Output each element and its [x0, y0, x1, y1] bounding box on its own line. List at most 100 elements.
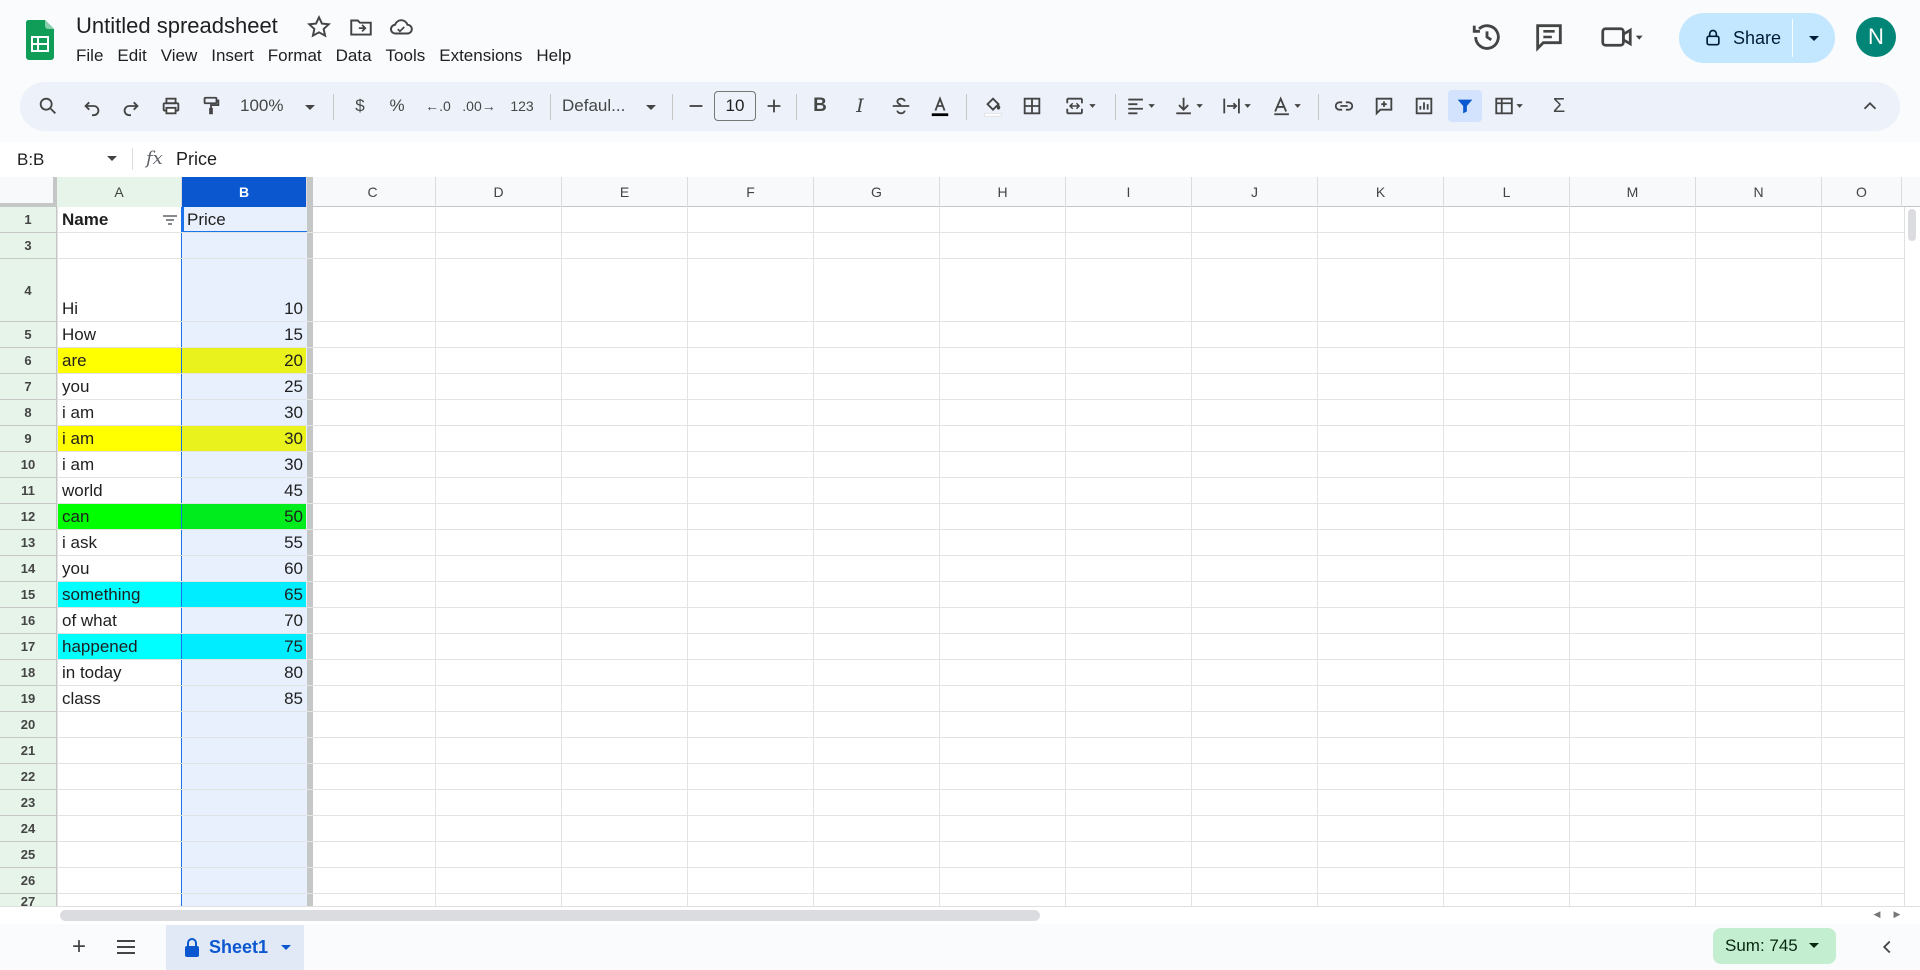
cell-a9[interactable]: i am — [58, 426, 181, 452]
percent-format-button[interactable]: % — [385, 90, 409, 122]
row-header[interactable]: 9 — [0, 426, 57, 452]
column-header-g[interactable]: G — [814, 177, 940, 207]
column-header-e[interactable]: E — [562, 177, 688, 207]
cell-b18[interactable]: 80 — [182, 660, 306, 686]
row-header[interactable]: 23 — [0, 790, 57, 816]
increase-decimal-icon[interactable]: .00→ — [461, 90, 497, 122]
row-header[interactable]: 8 — [0, 400, 57, 426]
font-family-select[interactable]: Defaul... — [562, 90, 642, 122]
row-header[interactable]: 16 — [0, 608, 57, 634]
cell-a8[interactable]: i am — [58, 400, 181, 426]
cell-b12[interactable]: 50 — [182, 504, 306, 530]
comments-icon[interactable] — [1532, 20, 1566, 54]
sheet-tab-dropdown-icon[interactable] — [280, 944, 292, 952]
menu-insert[interactable]: Insert — [204, 44, 261, 70]
cell-a14[interactable]: you — [58, 556, 181, 582]
cell-a12[interactable]: can — [58, 504, 181, 530]
column-header-c[interactable]: C — [310, 177, 436, 207]
document-title[interactable]: Untitled spreadsheet — [76, 13, 278, 39]
borders-icon[interactable] — [1018, 90, 1046, 122]
functions-icon[interactable]: Σ — [1545, 90, 1573, 122]
italic-icon[interactable]: I — [848, 90, 872, 122]
cell-b9[interactable]: 30 — [182, 426, 306, 452]
name-box[interactable]: B:B — [17, 150, 44, 170]
side-panel-expand-icon[interactable] — [1876, 936, 1898, 958]
row-header[interactable]: 21 — [0, 738, 57, 764]
move-folder-icon[interactable] — [348, 14, 374, 40]
row-header[interactable]: 15 — [0, 582, 57, 608]
row-header[interactable]: 4 — [0, 259, 57, 322]
horizontal-align-icon[interactable] — [1120, 90, 1164, 122]
zoom-dropdown-icon[interactable] — [304, 104, 316, 112]
version-history-icon[interactable] — [1470, 20, 1504, 54]
cell-b19[interactable]: 85 — [182, 686, 306, 712]
cell-a4[interactable]: Hi — [58, 259, 181, 322]
cell-b5[interactable]: 15 — [182, 322, 306, 348]
horizontal-scroll-thumb[interactable] — [60, 910, 1040, 921]
cell-b17[interactable]: 75 — [182, 634, 306, 660]
number-format-button[interactable]: 123 — [505, 90, 539, 122]
collapse-toolbar-icon[interactable] — [1856, 90, 1884, 122]
share-dropdown-icon[interactable] — [1793, 13, 1835, 63]
search-menus-icon[interactable] — [32, 90, 64, 122]
decrease-decimal-icon[interactable]: ←.0 — [423, 90, 453, 122]
menu-extensions[interactable]: Extensions — [432, 44, 529, 70]
cell-a5[interactable]: How — [58, 322, 181, 348]
cell-a7[interactable]: you — [58, 374, 181, 400]
meet-video-icon[interactable] — [1600, 20, 1644, 54]
zoom-select[interactable]: 100% — [240, 90, 310, 122]
column-header-j[interactable]: J — [1192, 177, 1318, 207]
row-header[interactable]: 1 — [0, 207, 57, 233]
paint-format-icon[interactable] — [197, 90, 225, 122]
column-header-l[interactable]: L — [1444, 177, 1570, 207]
cell-b8[interactable]: 30 — [182, 400, 306, 426]
formula-input[interactable]: Price — [176, 149, 217, 170]
cell-a16[interactable]: of what — [58, 608, 181, 634]
text-color-icon[interactable] — [924, 90, 956, 122]
sum-status-chip[interactable]: Sum: 745 — [1713, 928, 1836, 964]
cell-a11[interactable]: world — [58, 478, 181, 504]
cell-a6[interactable]: are — [58, 348, 181, 374]
cell-b15[interactable]: 65 — [182, 582, 306, 608]
column-header-o[interactable]: O — [1822, 177, 1902, 207]
column-header-a[interactable]: A — [57, 177, 182, 207]
column-header-f[interactable]: F — [688, 177, 814, 207]
column-header-n[interactable]: N — [1696, 177, 1822, 207]
sheets-logo-icon[interactable] — [26, 20, 54, 60]
menu-view[interactable]: View — [154, 44, 205, 70]
frozen-columns-divider[interactable] — [307, 177, 313, 906]
filter-icon[interactable] — [1448, 90, 1482, 122]
insert-chart-icon[interactable] — [1410, 90, 1438, 122]
star-icon[interactable] — [306, 14, 332, 40]
row-header[interactable]: 5 — [0, 322, 57, 348]
share-button[interactable]: Share — [1679, 13, 1835, 63]
strikethrough-icon[interactable] — [887, 90, 915, 122]
row-header[interactable]: 10 — [0, 452, 57, 478]
cloud-status-icon[interactable] — [388, 14, 414, 40]
column-header-b[interactable]: B — [182, 177, 307, 207]
filter-views-icon[interactable] — [1486, 90, 1534, 122]
cell-a15[interactable]: something — [58, 582, 181, 608]
menu-file[interactable]: File — [69, 44, 110, 70]
vertical-scroll-thumb[interactable] — [1908, 209, 1916, 241]
cell-b4[interactable]: 10 — [182, 259, 306, 322]
cell-b13[interactable]: 55 — [182, 530, 306, 556]
menu-format[interactable]: Format — [261, 44, 329, 70]
menu-edit[interactable]: Edit — [110, 44, 153, 70]
column-header-m[interactable]: M — [1570, 177, 1696, 207]
scroll-right-arrow-icon[interactable]: ▶ — [1890, 909, 1904, 923]
share-main-button[interactable]: Share — [1679, 13, 1792, 63]
cell-a13[interactable]: i ask — [58, 530, 181, 556]
menu-tools[interactable]: Tools — [379, 44, 433, 70]
undo-icon[interactable] — [78, 90, 106, 122]
font-dropdown-icon[interactable] — [645, 104, 657, 112]
row-header[interactable]: 25 — [0, 842, 57, 868]
all-sheets-menu-icon[interactable] — [114, 936, 138, 958]
filter-funnel-icon[interactable] — [162, 213, 178, 227]
font-size-input[interactable]: 10 — [714, 91, 756, 121]
column-header-i[interactable]: I — [1066, 177, 1192, 207]
vertical-align-icon[interactable] — [1168, 90, 1212, 122]
text-wrapping-icon[interactable] — [1216, 90, 1260, 122]
sheet-tab-sheet1[interactable]: Sheet1 — [166, 925, 304, 970]
sheet-grid[interactable]: A B C D E F G H I J K L M N O 1 Name Pri… — [0, 177, 1920, 906]
